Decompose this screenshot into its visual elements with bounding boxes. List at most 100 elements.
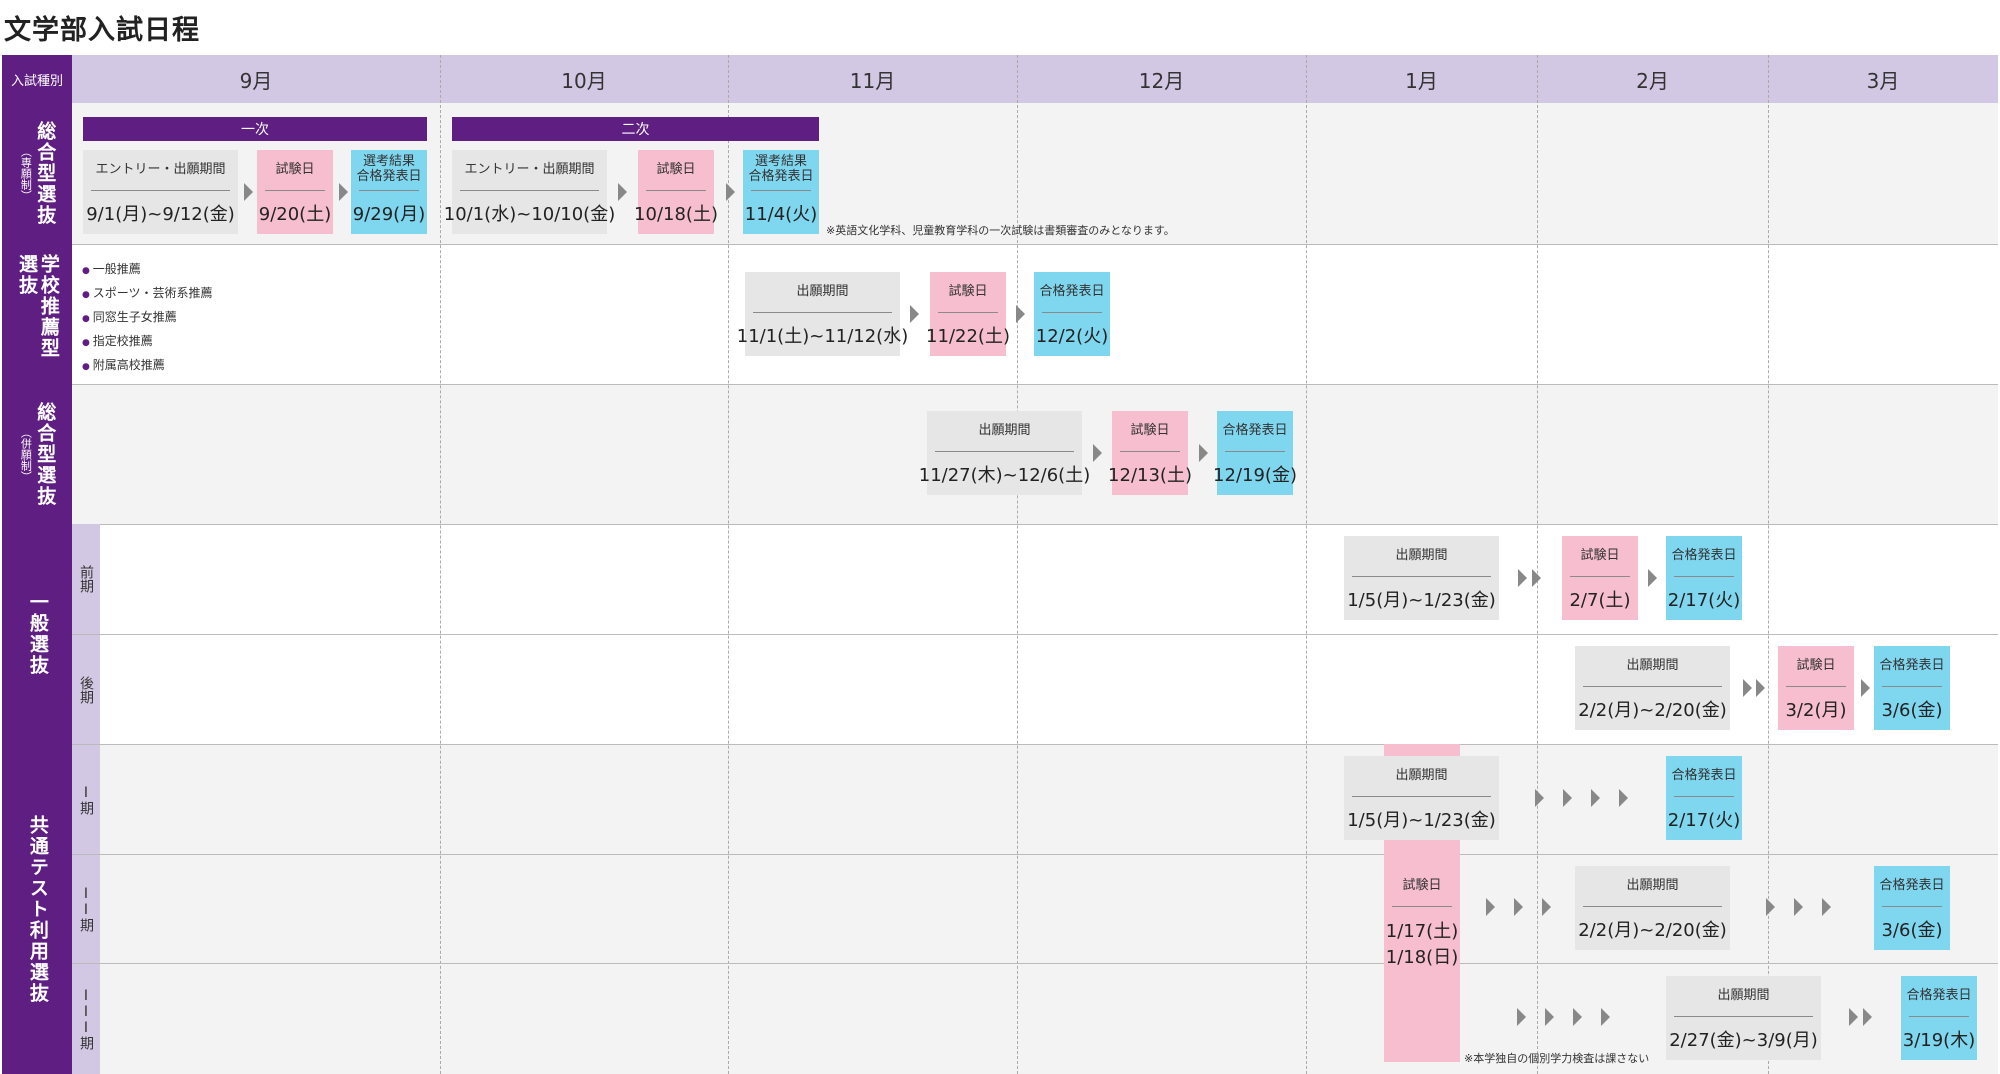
schedule-box-application: 出願期間 1/5(月)~1/23(金) bbox=[1344, 536, 1499, 620]
arrow-right-icon bbox=[726, 183, 735, 201]
subcol-label: 後期 bbox=[78, 675, 94, 704]
schedule-box-application: 出願期間 2/27(金)~3/9(月) bbox=[1666, 976, 1821, 1060]
box-value: 11/1(土)~11/12(水) bbox=[736, 325, 909, 347]
schedule-box-exam: 試験日 1/17(土) 1/18(日) bbox=[1384, 866, 1460, 978]
sidebar-label: 共通テスト利用選抜 bbox=[26, 814, 49, 1004]
arrow-right-icon bbox=[1756, 679, 1765, 697]
row-divider bbox=[72, 634, 1998, 635]
arrow-right-icon bbox=[910, 305, 919, 323]
sidebar-kyotsu: 共通テスト利用選抜 bbox=[2, 744, 72, 1074]
box-value: 11/27(木)~12/6(土) bbox=[918, 464, 1091, 486]
subcol-ki3: III期 bbox=[72, 964, 100, 1074]
subcol-ki1: I期 bbox=[72, 745, 100, 854]
box-value: 3/2(月) bbox=[1785, 699, 1847, 721]
arrow-right-icon bbox=[1861, 679, 1870, 697]
arrow-right-icon bbox=[1486, 898, 1495, 916]
arrow-right-icon bbox=[339, 183, 348, 201]
box-label: 合格発表日 bbox=[1879, 657, 1945, 673]
box-value: 3/19(木) bbox=[1902, 1029, 1976, 1051]
arrow-right-icon bbox=[1517, 1008, 1526, 1026]
month-mar: 3月 bbox=[1866, 68, 1900, 93]
box-label: 試験日 bbox=[1130, 422, 1170, 438]
month-oct: 10月 bbox=[561, 68, 607, 93]
arrow-right-icon bbox=[1514, 898, 1523, 916]
box-label: 合格発表日 bbox=[1906, 987, 1972, 1003]
arrow-right-icon bbox=[1743, 679, 1752, 697]
box-value: 9/1(月)~9/12(金) bbox=[86, 203, 235, 225]
box-label: 試験日 bbox=[275, 161, 315, 177]
box-label: 試験日 bbox=[1402, 877, 1442, 893]
schedule-box-result: 合格発表日 2/17(火) bbox=[1666, 536, 1742, 620]
arrow-right-icon bbox=[1849, 1008, 1858, 1026]
box-label: 合格発表日 bbox=[1671, 767, 1737, 783]
box-label: 出願期間 bbox=[1395, 767, 1448, 783]
note-kyotsu: ※本学独自の個別学力検査は課さない bbox=[1464, 1052, 1650, 1065]
box-label: 出願期間 bbox=[1395, 547, 1448, 563]
row-divider bbox=[72, 963, 1998, 964]
arrow-right-icon bbox=[1822, 898, 1831, 916]
box-value: 1/5(月)~1/23(金) bbox=[1347, 809, 1496, 831]
row-divider bbox=[2, 384, 1998, 385]
recommendation-list: 一般推薦 スポーツ・芸術系推薦 同窓生子女推薦 指定校推薦 附属高校推薦 bbox=[82, 258, 213, 378]
schedule-box-result: 合格発表日 3/6(金) bbox=[1874, 646, 1950, 730]
sidebar-gakko: 学校推薦型選抜 bbox=[2, 244, 72, 384]
box-value: 1/18(日) bbox=[1385, 946, 1459, 968]
arrow-right-icon bbox=[1794, 898, 1803, 916]
arrow-right-icon bbox=[244, 183, 253, 201]
box-value: 2/27(金)~3/9(月) bbox=[1669, 1029, 1818, 1051]
schedule-box-exam: 試験日 9/20(土) bbox=[257, 150, 333, 234]
row-divider bbox=[2, 744, 1998, 745]
month-divider bbox=[1768, 55, 1769, 1074]
subcol-label: III期 bbox=[78, 988, 94, 1050]
box-value: 3/6(金) bbox=[1881, 699, 1943, 721]
box-label: 出願期間 bbox=[796, 283, 849, 299]
sidebar-label: 総合型選抜 bbox=[34, 121, 57, 226]
sidebar-sublabel: （専願制） bbox=[19, 146, 33, 201]
box-value: 11/4(火) bbox=[744, 203, 818, 225]
month-divider bbox=[728, 55, 729, 1074]
schedule-box-result: 合格発表日 3/6(金) bbox=[1874, 866, 1950, 950]
arrow-right-icon bbox=[1766, 898, 1775, 916]
box-label: 試験日 bbox=[948, 283, 988, 299]
box-value: 12/13(土) bbox=[1108, 464, 1192, 486]
schedule-box-entry: エントリー・出願期間 9/1(月)~9/12(金) bbox=[83, 150, 238, 234]
box-value: 10/18(土) bbox=[634, 203, 718, 225]
schedule-box-exam: 試験日 3/2(月) bbox=[1778, 646, 1854, 730]
schedule-box-result: 合格発表日 12/2(火) bbox=[1034, 272, 1110, 356]
box-label: 合格発表日 bbox=[1039, 283, 1105, 299]
schedule-box-exam: 試験日 10/18(土) bbox=[634, 150, 718, 234]
subcol-label: I期 bbox=[78, 784, 94, 815]
box-label: 出願期間 bbox=[1717, 987, 1770, 1003]
box-value: 2/17(火) bbox=[1667, 809, 1741, 831]
month-divider bbox=[1537, 55, 1538, 1074]
sidebar-label: 一般選抜 bbox=[26, 592, 49, 676]
sidebar-ippan: 一般選抜 bbox=[2, 524, 72, 744]
subcol-koki: 後期 bbox=[72, 635, 100, 744]
box-label: 合格発表日 bbox=[1671, 547, 1737, 563]
box-label: 選考結果 合格発表日 bbox=[356, 154, 422, 184]
box-value: 1/5(月)~1/23(金) bbox=[1347, 589, 1496, 611]
box-value: 9/29(月) bbox=[352, 203, 426, 225]
row-divider bbox=[2, 524, 1998, 525]
box-value: 12/19(金) bbox=[1213, 464, 1297, 486]
schedule-box-result: 合格発表日 3/19(木) bbox=[1901, 976, 1977, 1060]
list-item: 指定校推薦 bbox=[82, 330, 212, 354]
box-label: 合格発表日 bbox=[1222, 422, 1288, 438]
box-value: 12/2(火) bbox=[1035, 325, 1109, 347]
box-label: 選考結果 合格発表日 bbox=[748, 154, 814, 184]
arrow-right-icon bbox=[1532, 569, 1541, 587]
sidebar-label: 学校推薦型選抜 bbox=[16, 254, 60, 359]
box-label: 試験日 bbox=[1580, 547, 1620, 563]
box-label: 試験日 bbox=[1796, 657, 1836, 673]
month-divider bbox=[1017, 55, 1018, 1074]
phase-niji: 二次 bbox=[452, 117, 819, 141]
month-divider bbox=[440, 55, 441, 1074]
box-value: 2/2(月)~2/20(金) bbox=[1578, 699, 1727, 721]
page-title: 文学部入試日程 bbox=[4, 15, 200, 46]
subcol-label: 前期 bbox=[78, 565, 94, 593]
box-value: 2/2(月)~2/20(金) bbox=[1578, 919, 1727, 941]
schedule-box-exam: 試験日 12/13(土) bbox=[1108, 411, 1192, 495]
arrow-right-icon bbox=[1591, 789, 1600, 807]
arrow-right-icon bbox=[1863, 1008, 1872, 1026]
schedule-box-application: 出願期間 11/1(土)~11/12(水) bbox=[736, 272, 909, 356]
